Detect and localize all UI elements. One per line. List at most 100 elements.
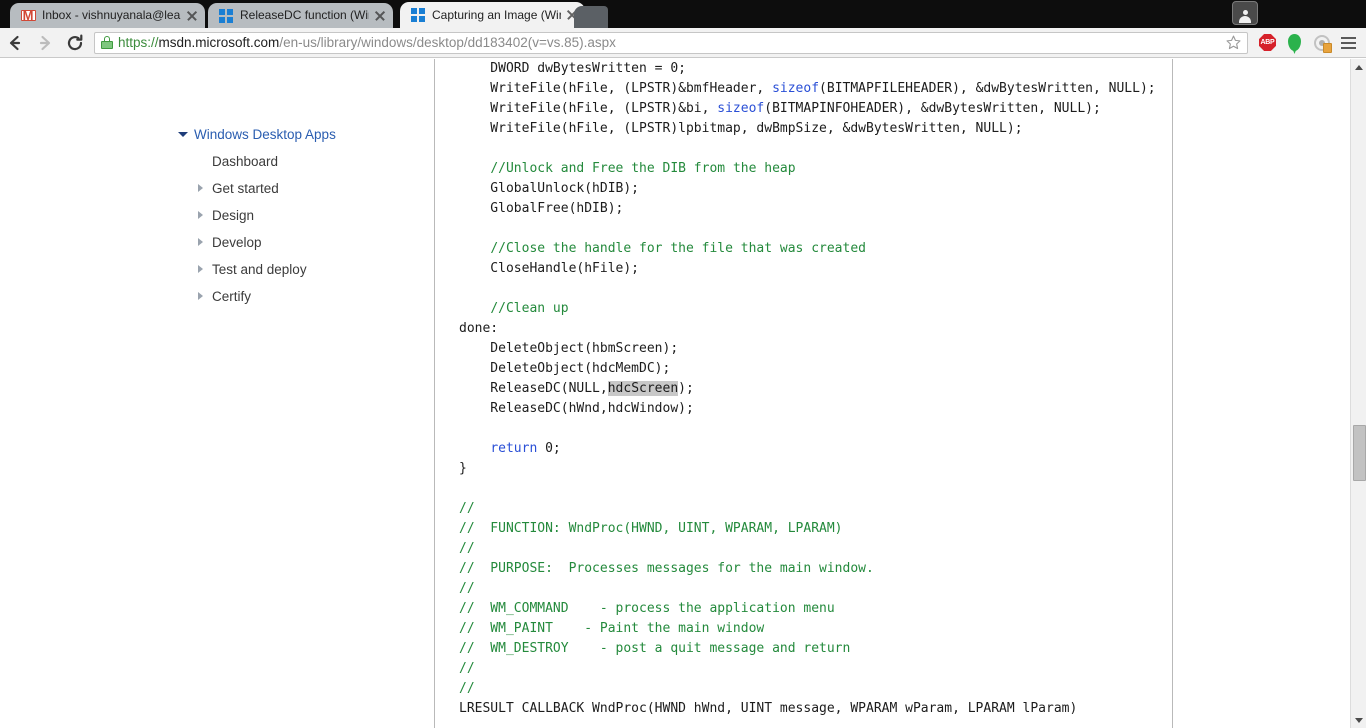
sidebar-item-certify[interactable]: Certify — [194, 283, 426, 310]
code-line: LRESULT CALLBACK WndProc(HWND hWnd, UINT… — [459, 699, 1159, 719]
code-block: DWORD dwBytesWritten = 0; WriteFile(hFil… — [459, 59, 1159, 719]
chevron-down-icon[interactable] — [176, 121, 190, 148]
back-button[interactable] — [0, 28, 30, 58]
code-line: WriteFile(hFile, (LPSTR)&bmfHeader, size… — [459, 79, 1159, 99]
tab-title: ReleaseDC function (Wind — [240, 8, 369, 22]
browser-tab-1[interactable]: Inbox - vishnuyanala@lea — [10, 3, 205, 28]
code-line: } — [459, 459, 1159, 479]
gmail-icon — [20, 8, 36, 24]
address-bar[interactable]: https://msdn.microsoft.com/en-us/library… — [94, 31, 1248, 54]
url-host: msdn.microsoft.com — [158, 34, 280, 50]
adblock-plus-button[interactable]: ABP — [1254, 28, 1281, 58]
code-text: (BITMAPFILEHEADER), &dwBytesWritten, NUL… — [819, 81, 1156, 96]
back-arrow-icon — [9, 35, 21, 50]
scrollbar-thumb[interactable] — [1353, 425, 1366, 481]
code-keyword: sizeof — [772, 81, 820, 96]
code-comment: // — [459, 661, 475, 676]
code-line: WriteFile(hFile, (LPSTR)lpbitmap, dwBmpS… — [459, 119, 1159, 139]
code-comment: //Clean up — [490, 301, 569, 316]
code-comment: //Close the handle for the file that was… — [490, 241, 866, 256]
code-text: 0; — [537, 441, 561, 456]
url-scheme: https:// — [118, 34, 159, 50]
disc-badge-icon — [1323, 42, 1332, 53]
chrome-menu-button[interactable] — [1335, 28, 1362, 58]
extension-icons: ABP — [1254, 28, 1366, 58]
code-text: GlobalUnlock(hDIB); — [459, 181, 640, 196]
lock-icon — [101, 36, 113, 49]
page-scrollbar[interactable] — [1350, 59, 1366, 728]
code-line: CloseHandle(hFile); — [459, 259, 1159, 279]
chevron-right-icon[interactable] — [194, 202, 208, 229]
scroll-up-arrow-icon[interactable] — [1351, 59, 1366, 75]
reload-button[interactable] — [60, 28, 90, 58]
sidebar-item-dashboard[interactable]: Dashboard — [194, 148, 426, 175]
code-text: CloseHandle(hFile); — [459, 261, 640, 276]
forward-button[interactable] — [30, 28, 60, 58]
tab-strip: Inbox - vishnuyanala@lea ReleaseDC functi… — [0, 0, 1366, 28]
code-line: // — [459, 579, 1159, 599]
url-path: /en-us/library/windows/desktop/dd183402(… — [279, 34, 616, 50]
bookmark-star-icon[interactable] — [1225, 34, 1243, 52]
code-keyword: return — [490, 441, 538, 456]
sidebar-item-test-and-deploy[interactable]: Test and deploy — [194, 256, 426, 283]
sidebar-item-label: Develop — [212, 235, 262, 250]
browser-tab-2[interactable]: ReleaseDC function (Wind — [208, 3, 393, 28]
code-comment: // — [459, 501, 475, 516]
hamburger-icon — [1341, 36, 1356, 49]
page-content: Windows Desktop Apps Dashboard Get started… — [0, 59, 1366, 728]
code-text: DWORD dwBytesWritten = 0; — [459, 61, 686, 76]
code-line: DWORD dwBytesWritten = 0; — [459, 59, 1159, 79]
new-tab-button[interactable] — [574, 6, 608, 28]
left-column-divider — [434, 59, 435, 728]
code-line: // — [459, 539, 1159, 559]
sidebar-item-develop[interactable]: Develop — [194, 229, 426, 256]
code-comment: //Unlock and Free the DIB from the heap — [490, 161, 796, 176]
code-text: DeleteObject(hbmScreen); — [459, 341, 679, 356]
pin-extension-button[interactable] — [1281, 28, 1308, 58]
code-line: done: — [459, 319, 1159, 339]
tab-close-icon[interactable] — [373, 9, 387, 23]
code-comment: // WM_COMMAND - process the application … — [459, 601, 835, 616]
forward-arrow-icon — [39, 35, 51, 50]
sidebar-nav: Windows Desktop Apps Dashboard Get started… — [176, 121, 426, 310]
tab-title: Inbox - vishnuyanala@lea — [42, 8, 181, 22]
code-text: WriteFile(hFile, (LPSTR)&bmfHeader, — [459, 81, 773, 96]
sidebar-item-label: Design — [212, 208, 255, 223]
chevron-right-icon[interactable] — [194, 283, 208, 310]
chevron-right-icon[interactable] — [194, 175, 208, 202]
browser-toolbar: https://msdn.microsoft.com/en-us/library… — [0, 28, 1366, 58]
browser-tab-3[interactable]: Capturing an Image (Winc — [400, 2, 585, 28]
browser-window: Inbox - vishnuyanala@lea ReleaseDC functi… — [0, 0, 1366, 728]
reload-icon — [67, 34, 83, 50]
sidebar-item-get-started[interactable]: Get started — [194, 175, 426, 202]
chevron-right-icon[interactable] — [194, 256, 208, 283]
code-line: // WM_DESTROY - post a quit message and … — [459, 639, 1159, 659]
code-line: DeleteObject(hbmScreen); — [459, 339, 1159, 359]
code-text: ); — [678, 381, 694, 396]
code-text: (BITMAPINFOHEADER), &dwBytesWritten, NUL… — [764, 101, 1101, 116]
windows-icon — [410, 7, 426, 23]
sidebar-item-label: Certify — [212, 289, 252, 304]
sidebar-item-windows-desktop-apps[interactable]: Windows Desktop Apps — [176, 121, 426, 148]
code-text: ReleaseDC(hWnd,hdcWindow); — [459, 401, 694, 416]
code-line: return 0; — [459, 439, 1159, 459]
sidebar-item-label: Dashboard — [212, 154, 279, 169]
sidebar-item-label: Windows Desktop Apps — [194, 127, 336, 142]
disc-extension-button[interactable] — [1308, 28, 1335, 58]
code-line: // PURPOSE: Processes messages for the m… — [459, 559, 1159, 579]
sidebar-item-label: Get started — [212, 181, 279, 196]
tab-close-icon[interactable] — [185, 9, 199, 23]
code-line: DeleteObject(hdcMemDC); — [459, 359, 1159, 379]
code-text: } — [459, 461, 467, 476]
sidebar-item-label: Test and deploy — [212, 262, 307, 277]
profile-avatar-button[interactable] — [1232, 1, 1258, 25]
sidebar-item-design[interactable]: Design — [194, 202, 426, 229]
scroll-down-arrow-icon[interactable] — [1351, 712, 1366, 728]
chevron-right-icon[interactable] — [194, 229, 208, 256]
